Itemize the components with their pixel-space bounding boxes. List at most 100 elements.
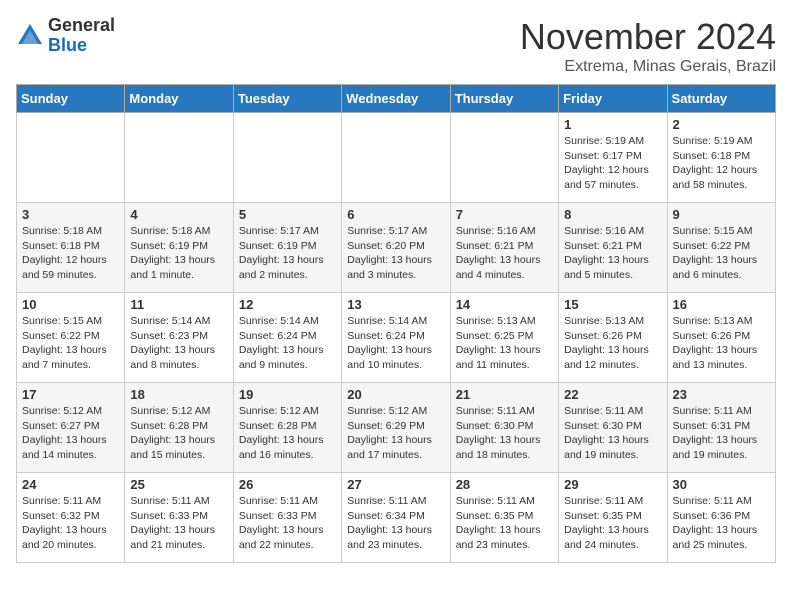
calendar-cell: 21 Sunrise: 5:11 AM Sunset: 6:30 PM Dayli… [450,383,558,473]
day-number: 21 [456,387,553,402]
day-number: 25 [130,477,227,492]
calendar-cell: 12 Sunrise: 5:14 AM Sunset: 6:24 PM Dayli… [233,293,341,383]
calendar-cell: 15 Sunrise: 5:13 AM Sunset: 6:26 PM Dayli… [559,293,667,383]
day-number: 26 [239,477,336,492]
calendar-cell [17,113,125,203]
calendar-cell: 26 Sunrise: 5:11 AM Sunset: 6:33 PM Dayli… [233,473,341,563]
calendar-cell [233,113,341,203]
calendar-cell: 1 Sunrise: 5:19 AM Sunset: 6:17 PM Daylig… [559,113,667,203]
day-info: Sunrise: 5:19 AM Sunset: 6:17 PM Dayligh… [564,134,661,193]
day-number: 1 [564,117,661,132]
day-number: 29 [564,477,661,492]
calendar-cell: 11Sunrise: 5:14 AM Sunset: 6:23 PM Dayli… [125,293,233,383]
day-number: 14 [456,297,553,312]
calendar-week-row: 10Sunrise: 5:15 AM Sunset: 6:22 PM Dayli… [17,293,776,383]
calendar-cell: 9 Sunrise: 5:15 AM Sunset: 6:22 PM Daylig… [667,203,775,293]
day-info: Sunrise: 5:13 AM Sunset: 6:26 PM Dayligh… [673,314,770,373]
calendar-cell: 27Sunrise: 5:11 AM Sunset: 6:34 PM Dayli… [342,473,450,563]
day-info: Sunrise: 5:14 AM Sunset: 6:23 PM Dayligh… [130,314,227,373]
day-number: 6 [347,207,444,222]
day-info: Sunrise: 5:15 AM Sunset: 6:22 PM Dayligh… [22,314,119,373]
calendar-week-row: 3Sunrise: 5:18 AM Sunset: 6:18 PM Daylig… [17,203,776,293]
day-number: 2 [673,117,770,132]
calendar-cell: 25Sunrise: 5:11 AM Sunset: 6:33 PM Dayli… [125,473,233,563]
weekday-header-monday: Monday [125,85,233,113]
day-info: Sunrise: 5:16 AM Sunset: 6:21 PM Dayligh… [456,224,553,283]
calendar-cell: 28 Sunrise: 5:11 AM Sunset: 6:35 PM Dayli… [450,473,558,563]
day-number: 17 [22,387,119,402]
day-info: Sunrise: 5:17 AM Sunset: 6:19 PM Dayligh… [239,224,336,283]
calendar-cell: 23Sunrise: 5:11 AM Sunset: 6:31 PM Dayli… [667,383,775,473]
day-info: Sunrise: 5:11 AM Sunset: 6:33 PM Dayligh… [239,494,336,553]
day-info: Sunrise: 5:11 AM Sunset: 6:35 PM Dayligh… [564,494,661,553]
calendar-table: SundayMondayTuesdayWednesdayThursdayFrid… [16,84,776,563]
calendar-cell: 2 Sunrise: 5:19 AM Sunset: 6:18 PM Daylig… [667,113,775,203]
day-number: 9 [673,207,770,222]
calendar-cell: 29 Sunrise: 5:11 AM Sunset: 6:35 PM Dayli… [559,473,667,563]
day-number: 15 [564,297,661,312]
title-block: November 2024 Extrema, Minas Gerais, Bra… [520,16,776,76]
calendar-cell [342,113,450,203]
day-info: Sunrise: 5:11 AM Sunset: 6:35 PM Dayligh… [456,494,553,553]
weekday-header-row: SundayMondayTuesdayWednesdayThursdayFrid… [17,85,776,113]
calendar-week-row: 1 Sunrise: 5:19 AM Sunset: 6:17 PM Daylig… [17,113,776,203]
day-number: 8 [564,207,661,222]
day-info: Sunrise: 5:11 AM Sunset: 6:36 PM Dayligh… [673,494,770,553]
logo: General Blue [16,16,115,56]
logo-text: General Blue [48,16,115,56]
day-number: 19 [239,387,336,402]
day-number: 13 [347,297,444,312]
day-number: 12 [239,297,336,312]
day-info: Sunrise: 5:12 AM Sunset: 6:29 PM Dayligh… [347,404,444,463]
day-info: Sunrise: 5:18 AM Sunset: 6:19 PM Dayligh… [130,224,227,283]
calendar-cell: 7 Sunrise: 5:16 AM Sunset: 6:21 PM Daylig… [450,203,558,293]
day-info: Sunrise: 5:12 AM Sunset: 6:27 PM Dayligh… [22,404,119,463]
calendar-cell: 17 Sunrise: 5:12 AM Sunset: 6:27 PM Dayli… [17,383,125,473]
day-number: 20 [347,387,444,402]
calendar-cell: 14 Sunrise: 5:13 AM Sunset: 6:25 PM Dayli… [450,293,558,383]
day-info: Sunrise: 5:14 AM Sunset: 6:24 PM Dayligh… [347,314,444,373]
day-number: 22 [564,387,661,402]
calendar-cell: 6 Sunrise: 5:17 AM Sunset: 6:20 PM Daylig… [342,203,450,293]
day-number: 16 [673,297,770,312]
calendar-cell: 13 Sunrise: 5:14 AM Sunset: 6:24 PM Dayli… [342,293,450,383]
day-info: Sunrise: 5:11 AM Sunset: 6:30 PM Dayligh… [456,404,553,463]
calendar-cell [450,113,558,203]
day-info: Sunrise: 5:13 AM Sunset: 6:26 PM Dayligh… [564,314,661,373]
calendar-cell: 18Sunrise: 5:12 AM Sunset: 6:28 PM Dayli… [125,383,233,473]
day-number: 28 [456,477,553,492]
calendar-week-row: 17 Sunrise: 5:12 AM Sunset: 6:27 PM Dayli… [17,383,776,473]
logo-icon [16,22,44,50]
day-info: Sunrise: 5:19 AM Sunset: 6:18 PM Dayligh… [673,134,770,193]
day-info: Sunrise: 5:11 AM Sunset: 6:32 PM Dayligh… [22,494,119,553]
day-number: 5 [239,207,336,222]
day-number: 30 [673,477,770,492]
weekday-header-sunday: Sunday [17,85,125,113]
weekday-header-tuesday: Tuesday [233,85,341,113]
page-header: General Blue November 2024 Extrema, Mina… [16,16,776,76]
weekday-header-thursday: Thursday [450,85,558,113]
calendar-cell: 24 Sunrise: 5:11 AM Sunset: 6:32 PM Dayli… [17,473,125,563]
location-subtitle: Extrema, Minas Gerais, Brazil [520,58,776,76]
day-info: Sunrise: 5:18 AM Sunset: 6:18 PM Dayligh… [22,224,119,283]
calendar-cell: 10Sunrise: 5:15 AM Sunset: 6:22 PM Dayli… [17,293,125,383]
day-number: 4 [130,207,227,222]
day-info: Sunrise: 5:16 AM Sunset: 6:21 PM Dayligh… [564,224,661,283]
day-info: Sunrise: 5:13 AM Sunset: 6:25 PM Dayligh… [456,314,553,373]
day-info: Sunrise: 5:12 AM Sunset: 6:28 PM Dayligh… [239,404,336,463]
calendar-cell: 22Sunrise: 5:11 AM Sunset: 6:30 PM Dayli… [559,383,667,473]
calendar-cell: 16 Sunrise: 5:13 AM Sunset: 6:26 PM Dayli… [667,293,775,383]
day-number: 7 [456,207,553,222]
day-info: Sunrise: 5:15 AM Sunset: 6:22 PM Dayligh… [673,224,770,283]
day-info: Sunrise: 5:17 AM Sunset: 6:20 PM Dayligh… [347,224,444,283]
month-title: November 2024 [520,16,776,58]
day-info: Sunrise: 5:11 AM Sunset: 6:31 PM Dayligh… [673,404,770,463]
calendar-cell: 5 Sunrise: 5:17 AM Sunset: 6:19 PM Daylig… [233,203,341,293]
day-number: 24 [22,477,119,492]
day-info: Sunrise: 5:14 AM Sunset: 6:24 PM Dayligh… [239,314,336,373]
day-info: Sunrise: 5:12 AM Sunset: 6:28 PM Dayligh… [130,404,227,463]
weekday-header-saturday: Saturday [667,85,775,113]
weekday-header-wednesday: Wednesday [342,85,450,113]
day-number: 27 [347,477,444,492]
calendar-cell: 30 Sunrise: 5:11 AM Sunset: 6:36 PM Dayli… [667,473,775,563]
